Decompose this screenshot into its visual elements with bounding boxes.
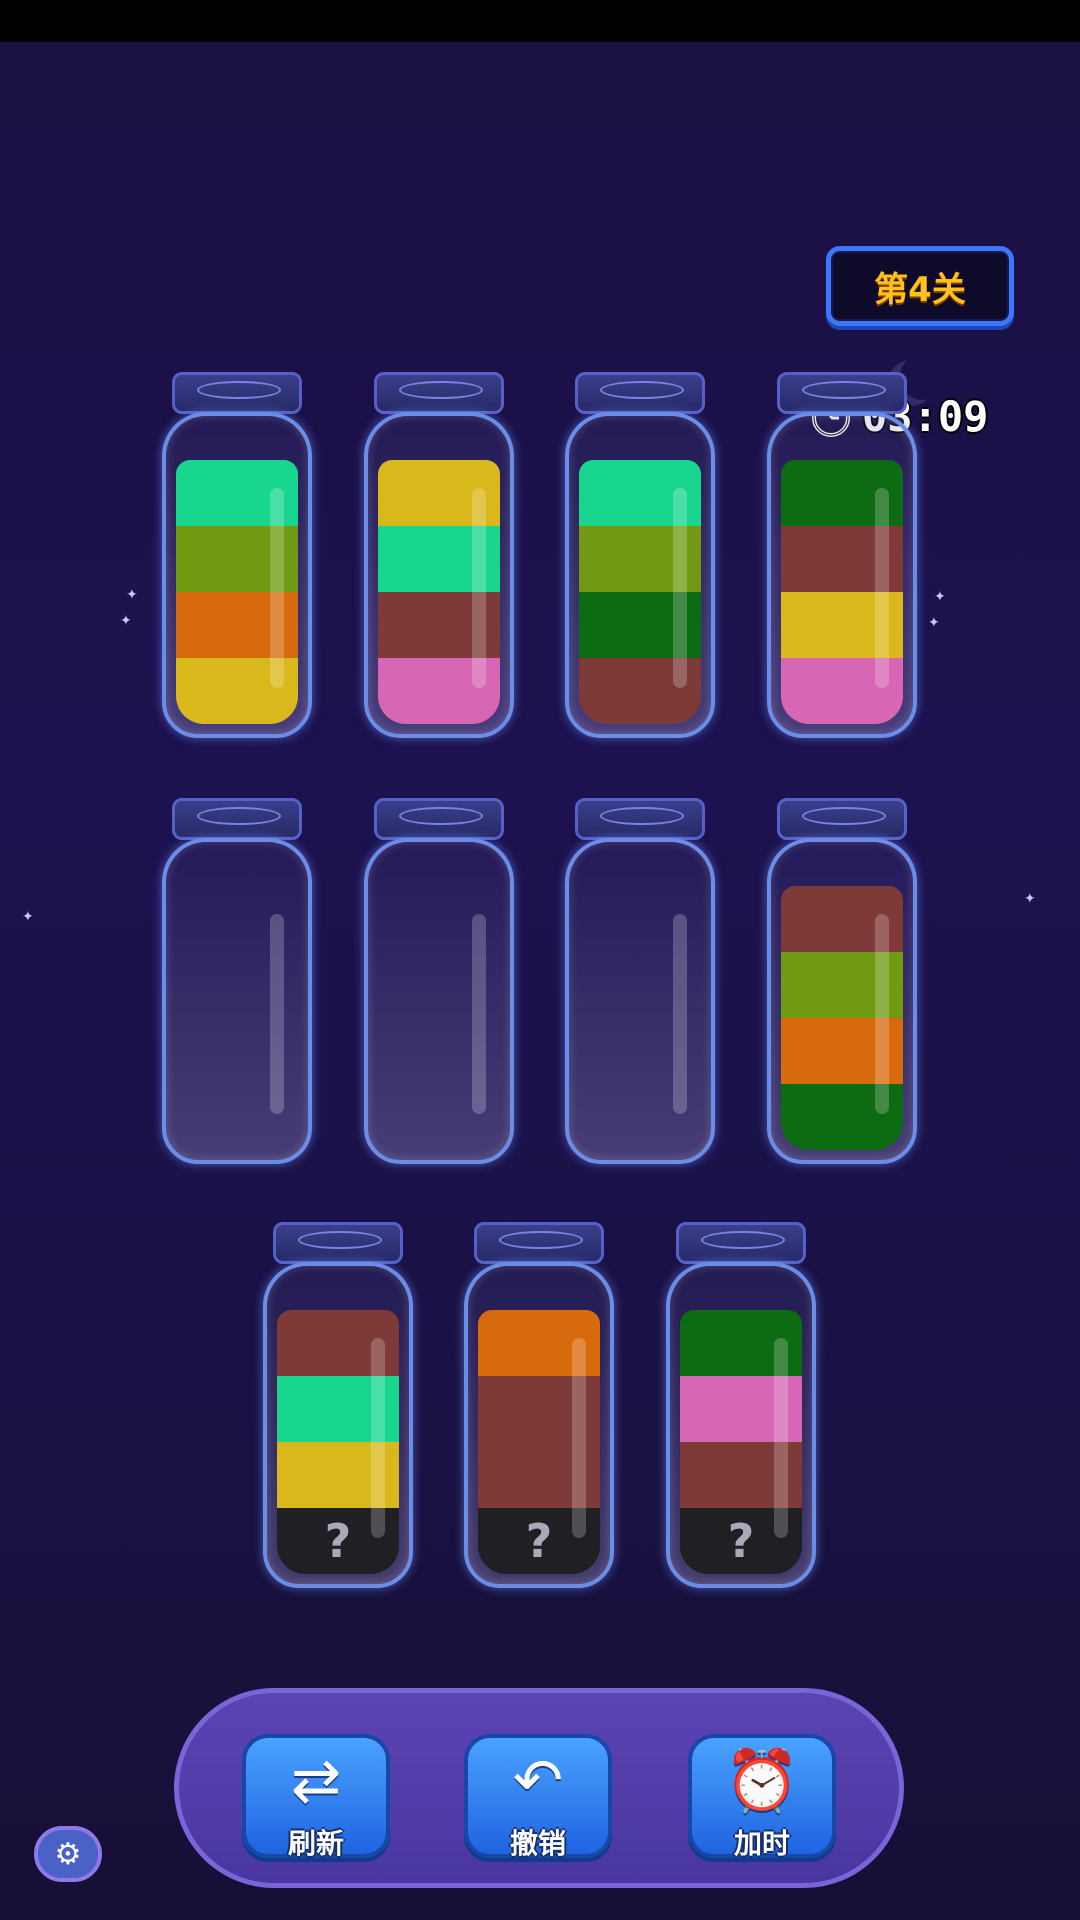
- alarm-clock-icon: ⏰: [724, 1746, 800, 1816]
- glass-shine: [270, 488, 284, 688]
- bottle-cap: [374, 798, 504, 840]
- add-time-label: 加时: [733, 1827, 790, 1860]
- undo-icon: ↶: [512, 1746, 564, 1816]
- bottle-glass: [364, 838, 514, 1164]
- glass-shine: [270, 914, 284, 1114]
- bottle[interactable]: [565, 372, 715, 742]
- undo-button[interactable]: ↶ 撤销: [464, 1734, 612, 1860]
- star-decoration: ✦: [120, 613, 132, 629]
- add-time-button[interactable]: ⏰ 加时: [688, 1734, 836, 1860]
- bottle-glass: [767, 412, 917, 738]
- bottle-cap: [777, 798, 907, 840]
- bottle-glass: ?: [464, 1262, 614, 1588]
- level-badge: 第4关: [826, 246, 1014, 326]
- glass-shine: [673, 488, 687, 688]
- bottle-glass: ?: [263, 1262, 413, 1588]
- star-decoration: ✦: [126, 587, 138, 603]
- bottle[interactable]: ?: [464, 1222, 614, 1592]
- bottle-cap: [575, 372, 705, 414]
- bottle-cap: [172, 798, 302, 840]
- glass-shine: [371, 1338, 385, 1538]
- bottle-cap: [172, 372, 302, 414]
- bottle[interactable]: [767, 372, 917, 742]
- question-mark-icon: ?: [324, 1514, 352, 1568]
- bottle-cap: [777, 372, 907, 414]
- glass-shine: [875, 488, 889, 688]
- status-bar: [0, 0, 1080, 42]
- bottle-glass: [162, 412, 312, 738]
- star-decoration: ✦: [1024, 891, 1036, 907]
- undo-label: 撤销: [509, 1827, 566, 1860]
- bottle[interactable]: ?: [263, 1222, 413, 1592]
- glass-shine: [472, 488, 486, 688]
- bottle-cap: [374, 372, 504, 414]
- bottle[interactable]: [565, 798, 715, 1168]
- bottle-glass: [162, 838, 312, 1164]
- bottle-glass: [565, 838, 715, 1164]
- settings-button[interactable]: ⚙: [34, 1826, 102, 1882]
- refresh-icon: ⇄: [290, 1746, 342, 1816]
- gear-icon: ⚙: [54, 1836, 82, 1872]
- glass-shine: [472, 914, 486, 1114]
- bottle[interactable]: [767, 798, 917, 1168]
- star-decoration: ✦: [928, 615, 940, 631]
- bottle[interactable]: ?: [666, 1222, 816, 1592]
- bottle[interactable]: [162, 798, 312, 1168]
- question-mark-icon: ?: [727, 1514, 755, 1568]
- refresh-button[interactable]: ⇄ 刷新: [242, 1734, 390, 1860]
- bottle-glass: [565, 412, 715, 738]
- star-decoration: ✦: [934, 589, 946, 605]
- bottle[interactable]: [364, 372, 514, 742]
- glass-shine: [572, 1338, 586, 1538]
- bottle-cap: [273, 1222, 403, 1264]
- glass-shine: [774, 1338, 788, 1538]
- bottle-glass: [767, 838, 917, 1164]
- refresh-label: 刷新: [287, 1827, 344, 1860]
- glass-shine: [673, 914, 687, 1114]
- bottle-cap: [474, 1222, 604, 1264]
- glass-shine: [875, 914, 889, 1114]
- bottle-cap: [676, 1222, 806, 1264]
- bottle[interactable]: [364, 798, 514, 1168]
- bottle-glass: ?: [666, 1262, 816, 1588]
- bottle[interactable]: [162, 372, 312, 742]
- bottle-glass: [364, 412, 514, 738]
- bottle-cap: [575, 798, 705, 840]
- star-decoration: ✦: [22, 909, 34, 925]
- question-mark-icon: ?: [525, 1514, 553, 1568]
